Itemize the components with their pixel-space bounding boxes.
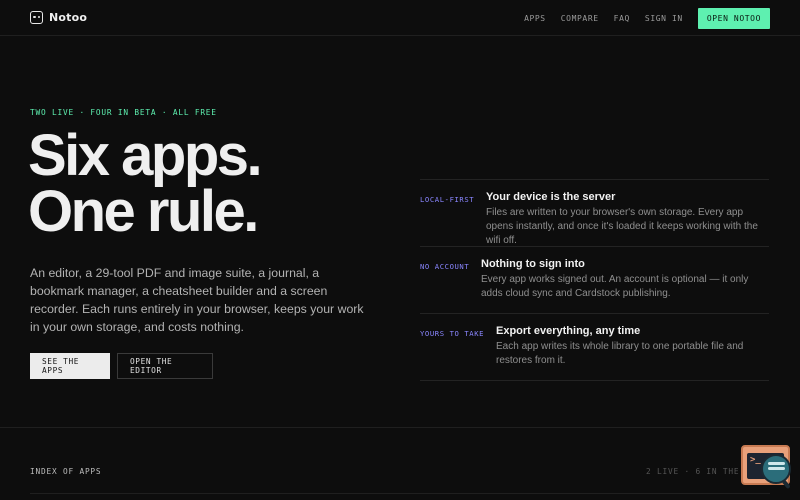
feature-title: Nothing to sign into [481,258,585,270]
brand-name: Notoo [49,11,88,24]
index-rule [30,493,770,494]
top-nav: Notoo APPS COMPARE FAQ SIGN IN OPEN NOTO… [0,0,800,36]
open-the-editor-button[interactable]: OPEN THE EDITOR [117,353,213,379]
prompt-icon: >_ [750,455,761,465]
feature-desc: Every app works signed out. An account i… [481,274,749,299]
feature-tag: NO ACCOUNT [420,262,470,271]
hero-eyebrow: TWO LIVE · FOUR IN BETA · ALL FREE [30,108,217,117]
feature-item: YOURS TO TAKE Export everything, any tim… [420,314,769,381]
feature-desc: Each app writes its whole library to one… [496,341,744,366]
feature-tag: LOCAL-FIRST [420,195,475,204]
index-of-apps-label: INDEX OF APPS [30,467,102,476]
feature-list: LOCAL-FIRST Your device is the server Fi… [420,179,769,381]
section-divider [0,427,800,428]
nav-link-apps[interactable]: APPS [524,14,546,23]
notoo-logo-icon [30,11,43,24]
hero-headline: Six apps. One rule. [28,127,408,241]
nav-link-compare[interactable]: COMPARE [561,14,599,23]
nav-links: APPS COMPARE FAQ SIGN IN OPEN NOTOO [509,8,770,29]
feature-item: NO ACCOUNT Nothing to sign into Every ap… [420,247,769,314]
index-count: 2 LIVE · 6 IN THE [646,467,740,476]
feature-body: Export everything, any time Each app wri… [496,325,769,380]
feature-item: LOCAL-FIRST Your device is the server Fi… [420,180,769,247]
feature-title: Your device is the server [486,191,616,203]
hero-lede: An editor, a 29-tool PDF and image suite… [30,266,364,334]
magnifier-icon[interactable] [761,454,791,484]
open-notoo-button[interactable]: OPEN NOTOO [697,8,770,29]
hero-buttons: SEE THE APPS OPEN THE EDITOR [30,353,213,379]
feature-desc: Files are written to your browser's own … [486,207,758,246]
feature-title: Export everything, any time [496,325,641,337]
nav-link-sign-in[interactable]: SIGN IN [645,14,683,23]
nav-link-faq[interactable]: FAQ [614,14,630,23]
feature-body: Nothing to sign into Every app works sig… [481,258,769,313]
headline-line-2: One rule. [28,179,259,244]
brand[interactable]: Notoo [30,11,87,24]
see-the-apps-button[interactable]: SEE THE APPS [30,353,110,379]
feature-tag: YOURS TO TAKE [420,329,485,338]
feature-body: Your device is the server Files are writ… [486,191,769,246]
